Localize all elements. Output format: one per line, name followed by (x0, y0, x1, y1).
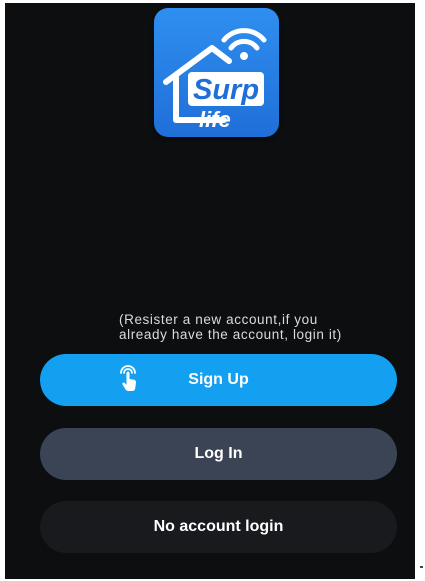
no-account-login-button[interactable]: No account login (40, 501, 397, 553)
log-in-button[interactable]: Log In (40, 428, 397, 480)
sign-up-button[interactable]: Sign Up (40, 354, 397, 406)
surplife-logo: Surp life (154, 8, 279, 137)
logo-text-life: life (199, 107, 231, 132)
no-account-login-label: No account login (153, 518, 284, 535)
hint-line-1: (Resister a new account,if you (119, 312, 318, 327)
hint-line-2: already have the account, login it) (119, 327, 342, 342)
sign-up-label: Sign Up (188, 371, 249, 388)
tap-finger-icon (120, 365, 136, 391)
logo-text-surp: Surp (193, 74, 259, 106)
app-screen: Surp life (Resister a new account,if you… (5, 3, 415, 579)
house-wifi-icon: Surp life (163, 28, 267, 132)
edge-mark (420, 566, 423, 568)
log-in-label: Log In (194, 445, 243, 462)
signup-hint-text: (Resister a new account,if you already h… (119, 312, 399, 342)
